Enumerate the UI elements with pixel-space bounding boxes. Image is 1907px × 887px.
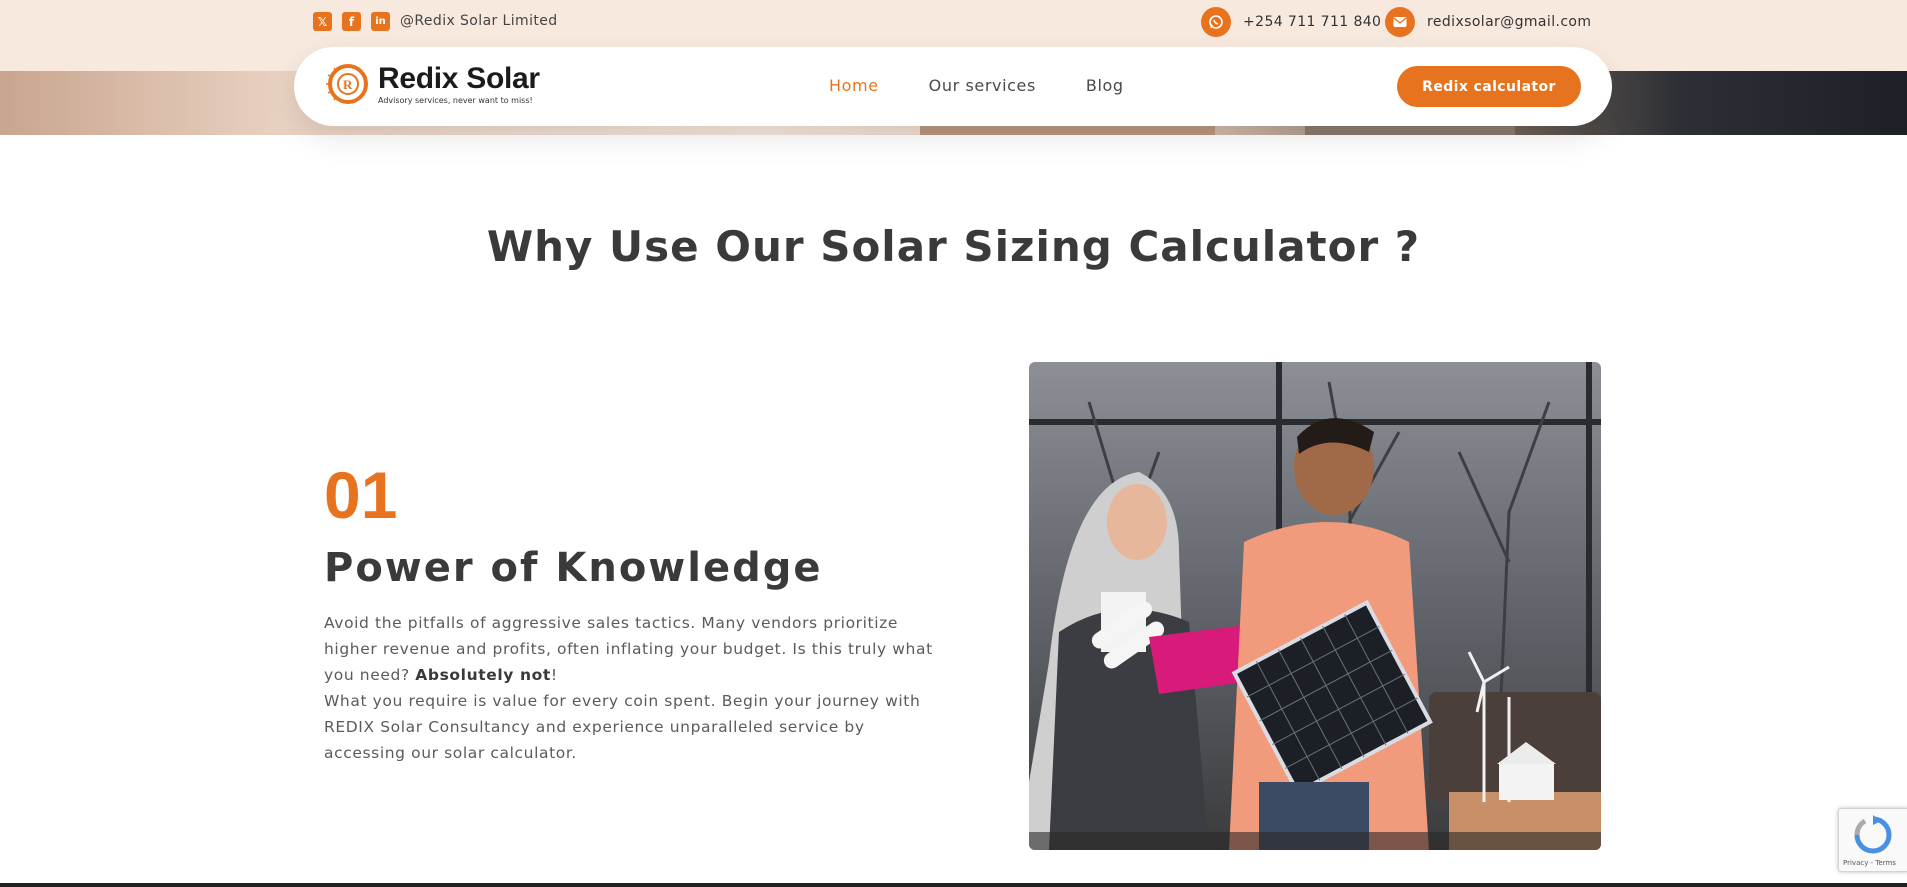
redix-calculator-button[interactable]: Redix calculator xyxy=(1397,66,1581,107)
consultation-photo xyxy=(1029,362,1601,850)
recaptcha-links[interactable]: Privacy - Terms xyxy=(1843,859,1896,867)
brand-name: Redix Solar xyxy=(378,61,540,95)
recaptcha-badge[interactable]: Privacy - Terms xyxy=(1838,808,1907,872)
svg-text:R: R xyxy=(343,77,353,92)
facebook-icon[interactable]: f xyxy=(342,12,361,31)
whatsapp-icon xyxy=(1201,7,1231,37)
brand-logo[interactable]: R Redix Solar Advisory services, never w… xyxy=(324,62,540,106)
feature-description: Avoid the pitfalls of aggressive sales t… xyxy=(324,610,934,766)
linkedin-icon[interactable]: in xyxy=(371,12,390,31)
envelope-icon xyxy=(1385,7,1415,37)
phone-contact[interactable]: +254 711 711 840 xyxy=(1201,7,1381,37)
primary-nav: Home Our services Blog xyxy=(829,76,1124,95)
main-navbar: R Redix Solar Advisory services, never w… xyxy=(294,47,1612,126)
feature-title: Power of Knowledge xyxy=(324,545,823,591)
nav-home[interactable]: Home xyxy=(829,76,879,95)
nav-our-services[interactable]: Our services xyxy=(929,76,1036,95)
email-contact[interactable]: redixsolar@gmail.com xyxy=(1385,7,1591,37)
social-links: 𝕏 f in xyxy=(313,12,390,31)
recaptcha-icon xyxy=(1854,815,1892,854)
phone-number[interactable]: +254 711 711 840 xyxy=(1243,14,1381,30)
feature-paragraph-1: Avoid the pitfalls of aggressive sales t… xyxy=(324,614,933,684)
social-handle: @Redix Solar Limited xyxy=(400,13,558,29)
feature-number: 01 xyxy=(324,458,398,532)
email-address[interactable]: redixsolar@gmail.com xyxy=(1427,14,1591,30)
sun-logo-icon: R xyxy=(326,64,368,104)
nav-blog[interactable]: Blog xyxy=(1086,76,1124,95)
footer-edge xyxy=(0,883,1907,887)
feature-paragraph-2: What you require is value for every coin… xyxy=(324,692,921,762)
x-twitter-icon[interactable]: 𝕏 xyxy=(313,12,332,31)
section-title: Why Use Our Solar Sizing Calculator ? xyxy=(486,222,1421,271)
emphasis-text: Absolutely not xyxy=(415,666,551,684)
brand-tagline: Advisory services, never want to miss! xyxy=(378,95,533,105)
